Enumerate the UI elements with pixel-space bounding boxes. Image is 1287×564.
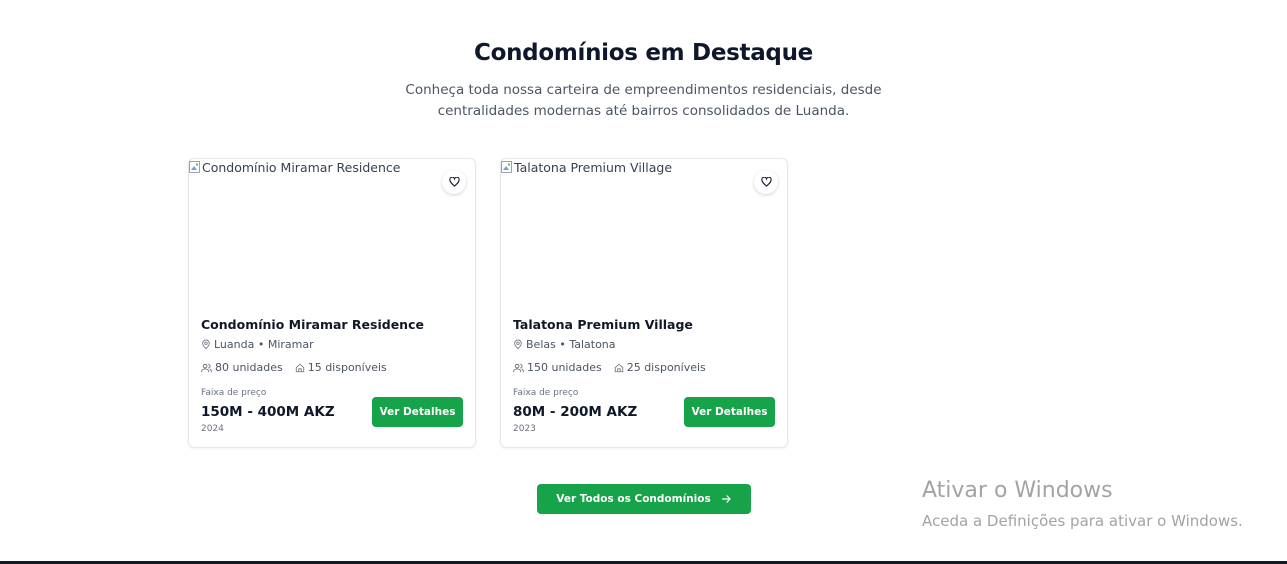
card-image: Condomínio Miramar Residence (189, 159, 475, 301)
card-image: Talatona Premium Village (501, 159, 787, 301)
card-title: Talatona Premium Village (513, 317, 693, 332)
subtitle-line-1: Conheça toda nossa carteira de empreendi… (405, 82, 882, 98)
map-pin-icon (514, 339, 522, 350)
favorite-button[interactable] (442, 170, 466, 194)
broken-image-icon (189, 160, 201, 174)
card-location-text: Luanda • Miramar (214, 338, 314, 351)
view-details-button[interactable]: Ver Detalhes (684, 397, 775, 427)
year: 2024 (201, 424, 224, 434)
section-title: Condomínios em Destaque (474, 40, 813, 66)
view-all-condos-button[interactable]: Ver Todos os Condomínios (537, 484, 751, 514)
available-count: 15 disponíveis (307, 361, 387, 374)
card-location-text: Belas • Talatona (526, 338, 616, 351)
heart-icon (760, 177, 772, 187)
view-all-label: Ver Todos os Condomínios (556, 493, 711, 505)
map-pin-icon (202, 339, 210, 350)
card-location: Luanda • Miramar (201, 338, 463, 351)
subtitle-line-2: centralidades modernas até bairros conso… (437, 103, 850, 119)
favorite-button[interactable] (754, 170, 778, 194)
price-label: Faixa de preço (513, 388, 579, 398)
users-icon (513, 363, 524, 372)
price-range: 150M - 400M AKZ (201, 404, 335, 420)
section-subtitle: Conheça toda nossa carteira de empreendi… (393, 80, 894, 122)
price-range: 80M - 200M AKZ (513, 404, 638, 420)
windows-activation-subtitle: Aceda a Definições para ativar o Windows… (922, 512, 1243, 530)
home-icon (295, 363, 304, 372)
view-details-button[interactable]: Ver Detalhes (372, 397, 463, 427)
arrow-right-icon (721, 495, 731, 503)
card-stats: 150 unidades 25 disponíveis (513, 361, 775, 374)
card-image-alt-text: Condomínio Miramar Residence (202, 160, 401, 175)
card-image-alt-text: Talatona Premium Village (514, 160, 673, 175)
windows-activation-title: Ativar o Windows (922, 478, 1113, 503)
card-stats: 80 unidades 15 disponíveis (201, 361, 463, 374)
card-title: Condomínio Miramar Residence (201, 317, 424, 332)
users-icon (201, 363, 212, 372)
price-label: Faixa de preço (201, 388, 267, 398)
available-count: 25 disponíveis (626, 361, 706, 374)
condo-card[interactable]: Talatona Premium Village Talatona Premiu… (500, 158, 788, 448)
units-count: 80 unidades (215, 361, 283, 374)
card-location: Belas • Talatona (513, 338, 775, 351)
year: 2023 (513, 424, 536, 434)
home-icon (614, 363, 623, 372)
condo-card[interactable]: Condomínio Miramar Residence Condomínio … (188, 158, 476, 448)
heart-icon (448, 177, 460, 187)
broken-image-icon (501, 160, 513, 174)
units-count: 150 unidades (527, 361, 602, 374)
